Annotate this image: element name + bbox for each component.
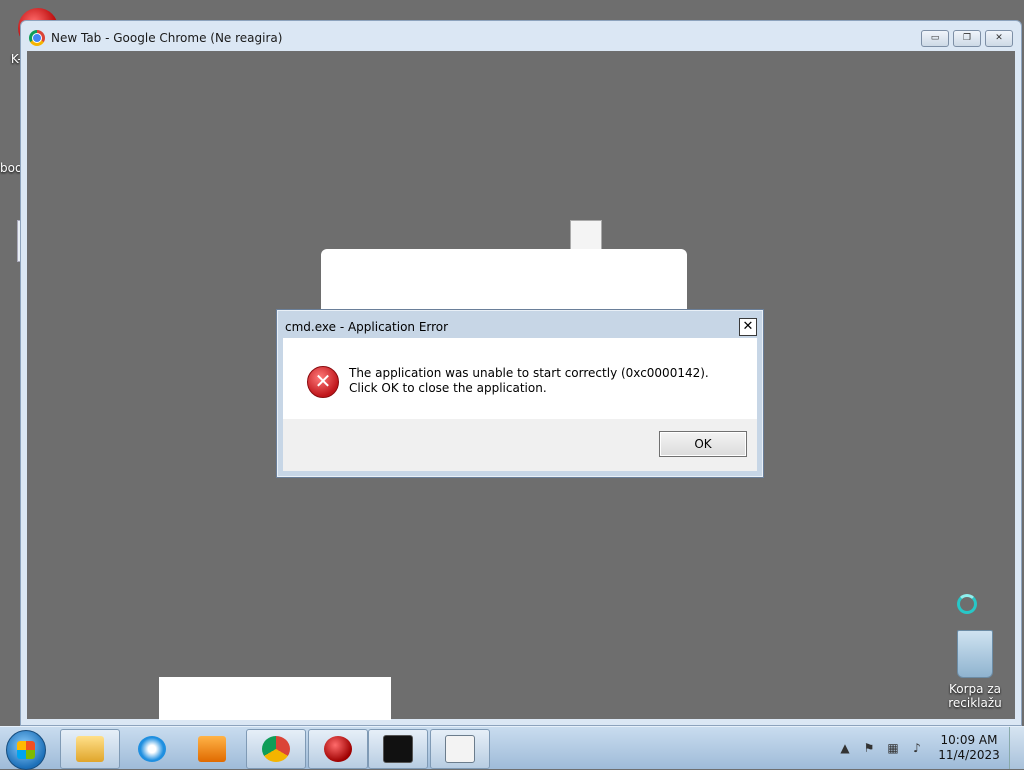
folder-icon bbox=[76, 736, 104, 762]
clock[interactable]: 10:09 AM 11/4/2023 bbox=[929, 733, 1009, 763]
ok-button[interactable]: OK bbox=[659, 431, 747, 457]
taskbar-item-media-player[interactable] bbox=[182, 729, 242, 769]
taskbar-item-explorer[interactable] bbox=[60, 729, 120, 769]
system-tray: ▲ ⚑ ▦ ♪ 10:09 AM 11/4/2023 bbox=[833, 727, 1024, 769]
windows-logo-icon bbox=[17, 741, 35, 759]
ie-icon bbox=[138, 736, 166, 762]
action-center-icon[interactable]: ⚑ bbox=[861, 740, 877, 756]
desktop-icon-label: Korpa za reciklažu bbox=[948, 682, 1002, 710]
chrome-icon bbox=[29, 30, 45, 46]
show-hidden-icons-button[interactable]: ▲ bbox=[837, 740, 853, 756]
dialog-close-button[interactable]: ✕ bbox=[739, 318, 757, 336]
desktop-icon-recycle-bin[interactable]: Korpa za reciklažu bbox=[938, 630, 1012, 710]
minimize-button[interactable]: ▭ bbox=[921, 30, 949, 47]
dialog-footer: OK bbox=[283, 419, 757, 471]
maximize-button[interactable]: ❐ bbox=[953, 30, 981, 47]
dialog-body: ✕ The application was unable to start co… bbox=[283, 338, 757, 471]
loading-spinner-icon bbox=[957, 594, 977, 614]
close-button[interactable]: ✕ bbox=[985, 30, 1013, 47]
cmd-icon bbox=[383, 735, 413, 763]
taskbar-item-cmd[interactable] bbox=[368, 729, 428, 769]
window-titlebar[interactable]: New Tab - Google Chrome (Ne reagira) bbox=[21, 21, 1021, 55]
volume-muted-icon[interactable]: ♪ bbox=[909, 740, 925, 756]
start-button[interactable] bbox=[6, 730, 46, 770]
taskbar-item-internet-explorer[interactable] bbox=[122, 729, 182, 769]
clock-time: 10:09 AM bbox=[940, 733, 998, 747]
taskbar-item-chrome[interactable] bbox=[246, 729, 306, 769]
media-player-icon bbox=[198, 736, 226, 762]
error-icon: ✕ bbox=[307, 366, 339, 398]
window-title: New Tab - Google Chrome (Ne reagira) bbox=[51, 31, 283, 45]
recycle-bin-icon bbox=[957, 630, 993, 678]
chrome-icon bbox=[262, 736, 290, 762]
k-meleon-icon bbox=[324, 736, 352, 762]
document-icon bbox=[570, 220, 602, 252]
show-desktop-button[interactable] bbox=[1009, 727, 1024, 769]
network-icon[interactable]: ▦ bbox=[885, 740, 901, 756]
taskbar-item-k-meleon[interactable] bbox=[308, 729, 368, 769]
clock-date: 11/4/2023 bbox=[938, 748, 1000, 762]
taskbar: ▲ ⚑ ▦ ♪ 10:09 AM 11/4/2023 bbox=[0, 726, 1024, 770]
window-icon bbox=[445, 735, 475, 763]
dialog-title: cmd.exe - Application Error bbox=[285, 320, 449, 334]
error-dialog: cmd.exe - Application Error ✕ ✕ The appl… bbox=[276, 309, 764, 478]
taskbar-item-window[interactable] bbox=[430, 729, 490, 769]
blank-panel bbox=[321, 249, 687, 311]
blank-panel bbox=[159, 677, 391, 720]
error-message: The application was unable to start corr… bbox=[349, 366, 709, 395]
